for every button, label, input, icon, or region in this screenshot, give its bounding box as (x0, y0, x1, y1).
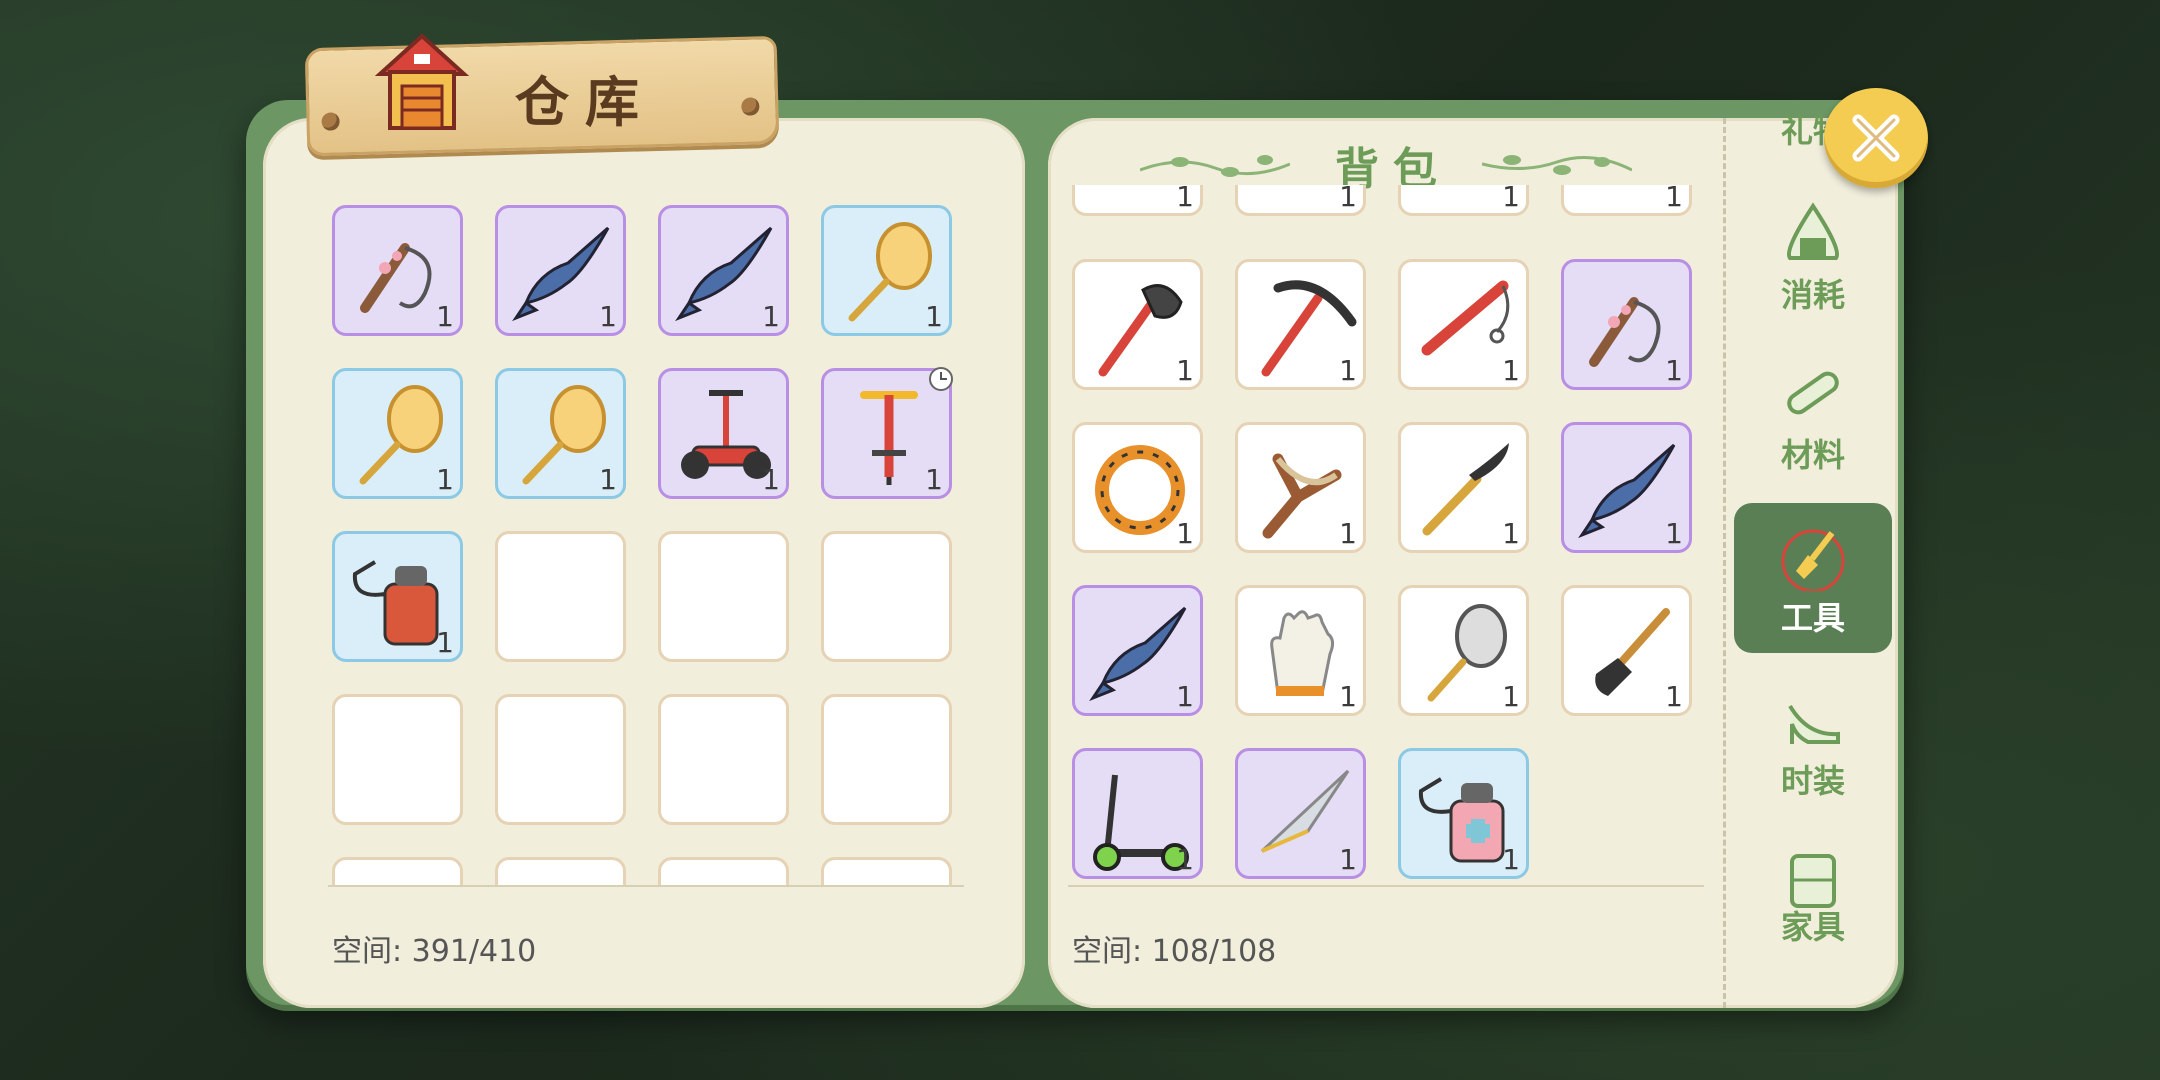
warehouse-slot-4[interactable]: 1 (821, 205, 952, 336)
item-quantity: 1 (762, 463, 780, 496)
backpack-slot-1[interactable]: 1 (1072, 185, 1203, 216)
backpack-slot-16[interactable]: 1 (1561, 585, 1692, 716)
item-quantity: 1 (1176, 354, 1194, 387)
vine-decoration-right-icon (1482, 155, 1632, 175)
item-quantity: 1 (599, 463, 617, 496)
backpack-slot-11[interactable]: 1 (1398, 422, 1529, 553)
item-quantity: 1 (1665, 354, 1683, 387)
tab-furniture[interactable]: 家具 (1734, 828, 1892, 948)
item-quantity: 1 (1502, 680, 1520, 713)
backpack-slot-4[interactable]: 1 (1561, 185, 1692, 216)
item-quantity: 1 (925, 463, 943, 496)
backpack-slot-18[interactable]: 1 (1235, 748, 1366, 879)
warehouse-slot-3[interactable]: 1 (658, 205, 789, 336)
item-quantity: 1 (1339, 185, 1357, 213)
tab-materials-label: 材料 (1780, 436, 1845, 474)
backpack-slot-12[interactable]: 1 (1561, 422, 1692, 553)
item-quantity: 1 (1176, 843, 1194, 876)
high-heel-icon (1788, 704, 1840, 744)
backpack-slot-3[interactable]: 1 (1398, 185, 1529, 216)
backpack-grid: 1 1 1 1 1 1 1 1 1 1 1 1 1 1 1 1 1 1 1 (1070, 185, 1710, 887)
item-quantity: 1 (1665, 517, 1683, 550)
warehouse-grid: 1 1 1 1 1 1 1 1 1 (330, 205, 970, 887)
tab-furniture-label: 家具 (1780, 908, 1845, 946)
close-button[interactable] (1824, 88, 1928, 188)
backpack-slot-8[interactable]: 1 (1561, 259, 1692, 390)
warehouse-slot-8[interactable]: 1 (821, 367, 953, 499)
warehouse-space-label: 空间: 391/410 (332, 934, 537, 969)
item-quantity: 1 (925, 300, 943, 333)
item-quantity: 1 (436, 626, 454, 659)
tab-fashion[interactable]: 时装 (1734, 666, 1892, 816)
backpack-slot-2[interactable]: 1 (1235, 185, 1366, 216)
item-quantity: 1 (599, 300, 617, 333)
backpack-slot-10[interactable]: 1 (1235, 422, 1366, 553)
backpack-slot-9[interactable]: 1 (1072, 422, 1203, 553)
tab-consumables[interactable]: 消耗 (1734, 180, 1892, 330)
item-quantity: 1 (762, 300, 780, 333)
backpack-slot-19[interactable]: 1 (1398, 748, 1529, 879)
backpack-slot-7[interactable]: 1 (1398, 259, 1529, 390)
warehouse-slot-2[interactable]: 1 (495, 205, 626, 336)
item-quantity: 1 (1665, 680, 1683, 713)
warehouse-slot-empty[interactable] (495, 694, 626, 825)
item-quantity: 1 (1176, 185, 1194, 213)
backpack-slot-6[interactable]: 1 (1235, 259, 1366, 390)
item-quantity: 1 (1176, 680, 1194, 713)
warehouse-title: 仓库 (515, 70, 655, 134)
item-quantity: 1 (436, 463, 454, 496)
backpack-space-label: 空间: 108/108 (1072, 934, 1277, 969)
warehouse-slot-empty[interactable] (332, 857, 463, 887)
tab-tools-label: 工具 (1780, 599, 1845, 637)
item-quantity: 1 (1502, 185, 1520, 213)
timer-icon (929, 367, 953, 391)
item-quantity: 1 (436, 300, 454, 333)
tab-tools[interactable]: 工具 (1734, 503, 1892, 653)
item-quantity: 1 (1339, 517, 1357, 550)
item-quantity: 1 (1339, 680, 1357, 713)
warehouse-slot-empty[interactable] (821, 857, 952, 887)
warehouse-slot-empty[interactable] (332, 694, 463, 825)
tab-consumables-label: 消耗 (1780, 276, 1845, 314)
tab-fashion-label: 时装 (1780, 762, 1845, 800)
item-quantity: 1 (1339, 843, 1357, 876)
warehouse-slot-empty[interactable] (658, 857, 789, 887)
warehouse-slot-6[interactable]: 1 (495, 368, 626, 499)
item-quantity: 1 (1665, 185, 1683, 213)
vine-decoration-left-icon (1140, 155, 1290, 177)
warehouse-slot-5[interactable]: 1 (332, 368, 463, 499)
close-icon (1852, 114, 1900, 162)
warehouse-slot-empty[interactable] (821, 694, 952, 825)
item-quantity: 1 (1502, 517, 1520, 550)
backpack-divider (1068, 885, 1704, 887)
shovel-tool-icon (1781, 529, 1845, 591)
warehouse-slot-empty[interactable] (821, 531, 952, 662)
item-quantity: 1 (1502, 843, 1520, 876)
warehouse-slot-empty[interactable] (495, 857, 626, 887)
category-tabs: 礼物 消耗 材料 工具 时装 家具 (1723, 112, 1901, 1008)
rice-ball-icon (1787, 202, 1839, 260)
item-quantity: 1 (1339, 354, 1357, 387)
log-icon (1787, 371, 1839, 415)
warehouse-slot-1[interactable]: 1 (332, 205, 463, 336)
warehouse-house-icon (374, 33, 470, 130)
item-quantity: 1 (1502, 354, 1520, 387)
backpack-slot-14[interactable]: 1 (1235, 585, 1366, 716)
warehouse-slot-9[interactable]: 1 (332, 531, 463, 662)
warehouse-slot-empty[interactable] (495, 531, 626, 662)
tab-materials[interactable]: 材料 (1734, 340, 1892, 490)
backpack-slot-15[interactable]: 1 (1398, 585, 1529, 716)
backpack-slot-17[interactable]: 1 (1072, 748, 1203, 879)
warehouse-slot-empty[interactable] (658, 694, 789, 825)
warehouse-divider (328, 885, 964, 887)
warehouse-slot-7[interactable]: 1 (658, 368, 789, 499)
item-quantity: 1 (1176, 517, 1194, 550)
warehouse-slot-empty[interactable] (658, 531, 789, 662)
backpack-slot-5[interactable]: 1 (1072, 259, 1203, 390)
backpack-slot-13[interactable]: 1 (1072, 585, 1203, 716)
